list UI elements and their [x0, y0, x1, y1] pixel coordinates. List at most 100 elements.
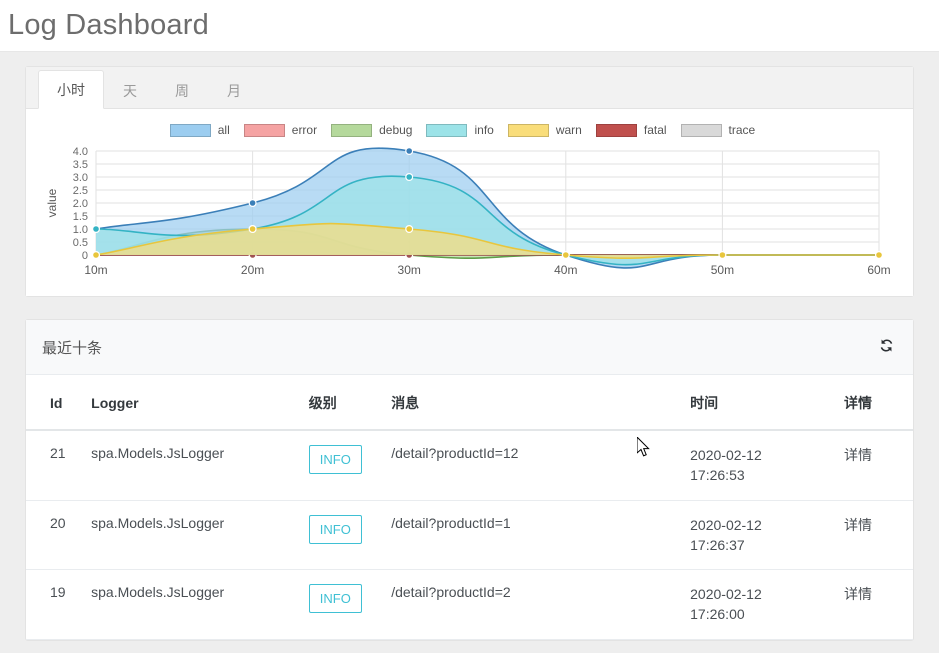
series-point-warn-50m[interactable] [718, 250, 727, 259]
series-point-warn-40m[interactable] [561, 250, 570, 259]
y-axis-tick-label: 0.5 [73, 237, 88, 249]
series-point-warn-20m[interactable] [248, 224, 257, 233]
recent-logs-title: 最近十条 [42, 339, 103, 357]
legend-item-error[interactable]: error [243, 123, 317, 137]
y-axis-tick-label: 3.0 [73, 172, 88, 184]
y-axis-title: value [45, 188, 59, 217]
y-axis-tick-label: 2.0 [73, 198, 88, 210]
recent-logs-card: 最近十条 Id Logger 级别 消息 时间 详情 21 spa.Models… [25, 319, 914, 641]
cell-time: 2020-02-12 17:26:37 [682, 500, 837, 571]
cell-time: 2020-02-12 17:26:00 [682, 569, 837, 640]
cell-time-text: 17:26:53 [690, 467, 745, 484]
legend-swatch-warn [507, 123, 549, 137]
y-axis-tick-label: 0 [82, 250, 88, 262]
x-axis-tick-label: 20m [241, 263, 264, 277]
legend-label-all: all [217, 123, 230, 137]
table-head: Id Logger 级别 消息 时间 详情 [26, 375, 913, 431]
y-axis-tick-label: 1.5 [73, 211, 88, 223]
cell-message: /detail?productId=12 [383, 430, 683, 501]
cell-id: 20 [26, 500, 84, 571]
y-axis-tick-label: 1.0 [73, 224, 88, 236]
cell-time-text: 17:26:37 [690, 536, 745, 553]
refresh-icon [878, 337, 895, 357]
detail-link[interactable]: 详情 [844, 517, 872, 533]
legend-label-fatal: fatal [643, 123, 667, 137]
refresh-button[interactable] [876, 335, 897, 359]
tab-week[interactable]: 周 [156, 71, 208, 109]
th-level: 级别 [300, 375, 384, 431]
cell-detail: 详情 [836, 569, 913, 640]
legend-item-info[interactable]: info [426, 123, 494, 137]
legend-item-debug[interactable]: debug [331, 123, 412, 137]
cell-id: 19 [26, 569, 84, 640]
level-badge[interactable]: INFO [308, 584, 362, 614]
x-axis-tick-label: 50m [711, 263, 734, 277]
y-axis-tick-label: 2.5 [73, 185, 88, 197]
th-detail: 详情 [836, 375, 913, 431]
cell-time: 2020-02-12 17:26:53 [682, 430, 837, 501]
cell-date-text: 2020-02-12 [690, 586, 762, 603]
legend-swatch-fatal [595, 123, 637, 137]
th-message: 消息 [383, 375, 683, 431]
series-point-all-20m[interactable] [248, 198, 257, 207]
detail-link[interactable]: 详情 [844, 447, 872, 463]
legend-label-trace: trace [728, 123, 756, 137]
tab-hour[interactable]: 小时 [38, 69, 104, 109]
chart-legend: all error debug info warn fatal trace [42, 119, 897, 141]
legend-item-warn[interactable]: warn [507, 123, 582, 137]
cell-logger: spa.Models.JsLogger [83, 569, 301, 640]
table-row[interactable]: 20 spa.Models.JsLogger INFO /detail?prod… [26, 500, 913, 571]
x-axis-tick-label: 10m [84, 263, 107, 277]
cell-detail: 详情 [836, 430, 913, 501]
level-badge[interactable]: INFO [308, 445, 362, 474]
th-time: 时间 [682, 375, 837, 431]
cell-date-text: 2020-02-12 [690, 516, 762, 533]
tab-day[interactable]: 天 [104, 71, 156, 109]
legend-swatch-info [426, 123, 468, 137]
cell-message: /detail?productId=2 [383, 569, 683, 640]
legend-item-fatal[interactable]: fatal [595, 123, 667, 137]
page-content: 小时 天 周 月 all error debug info warn fatal trace… [0, 52, 939, 641]
level-badge[interactable]: INFO [308, 514, 362, 544]
cell-date-text: 2020-02-12 [690, 447, 762, 463]
series-point-warn-30m[interactable] [405, 224, 414, 233]
series-point-info-10m[interactable] [91, 224, 100, 233]
page-header: Log Dashboard [0, 0, 939, 52]
th-logger: Logger [83, 375, 301, 431]
log-area-chart[interactable]: 00.51.01.52.02.53.03.54.0 10m 20m 30m 40m 50m… [42, 143, 897, 283]
recent-logs-table: Id Logger 级别 消息 时间 详情 21 spa.Models.JsLo… [26, 375, 913, 640]
detail-link[interactable]: 详情 [844, 586, 872, 602]
chart-card: 小时 天 周 月 all error debug info warn fatal trace… [25, 66, 914, 297]
table-row[interactable]: 21 spa.Models.JsLogger INFO /detail?prod… [26, 430, 913, 501]
recent-logs-header: 最近十条 [26, 320, 913, 375]
series-point-all-30m[interactable] [405, 146, 414, 156]
cell-time-text: 17:26:00 [690, 606, 745, 623]
page-title: Log Dashboard [8, 9, 209, 41]
legend-swatch-debug [331, 123, 373, 137]
series-point-warn-60m[interactable] [874, 250, 883, 259]
x-axis-tick-label: 60m [867, 263, 890, 277]
legend-swatch-trace [680, 123, 722, 137]
cell-id: 21 [26, 430, 84, 501]
legend-item-trace[interactable]: trace [680, 123, 756, 137]
table-body: 21 spa.Models.JsLogger INFO /detail?prod… [26, 430, 913, 640]
time-range-tabs: 小时 天 周 月 [26, 67, 913, 109]
tab-month[interactable]: 月 [208, 71, 260, 109]
legend-item-all[interactable]: all [169, 123, 230, 137]
series-point-warn-10m[interactable] [91, 250, 100, 259]
series-point-info-30m[interactable] [405, 173, 414, 182]
legend-swatch-all [169, 123, 211, 137]
cell-level: INFO [300, 569, 384, 640]
y-axis-tick-label: 4.0 [73, 146, 88, 158]
cell-message: /detail?productId=1 [383, 500, 683, 571]
cell-logger: spa.Models.JsLogger [83, 500, 301, 571]
legend-swatch-error [243, 123, 285, 137]
x-axis-tick-label: 40m [554, 263, 577, 277]
legend-label-warn: warn [555, 123, 582, 137]
y-axis-tick-label: 3.5 [73, 159, 88, 171]
cell-level: INFO [300, 430, 384, 501]
legend-label-info: info [474, 123, 494, 137]
table-row[interactable]: 19 spa.Models.JsLogger INFO /detail?prod… [26, 569, 913, 640]
table-header-row: Id Logger 级别 消息 时间 详情 [26, 375, 913, 431]
x-axis-tick-label: 30m [398, 263, 421, 277]
